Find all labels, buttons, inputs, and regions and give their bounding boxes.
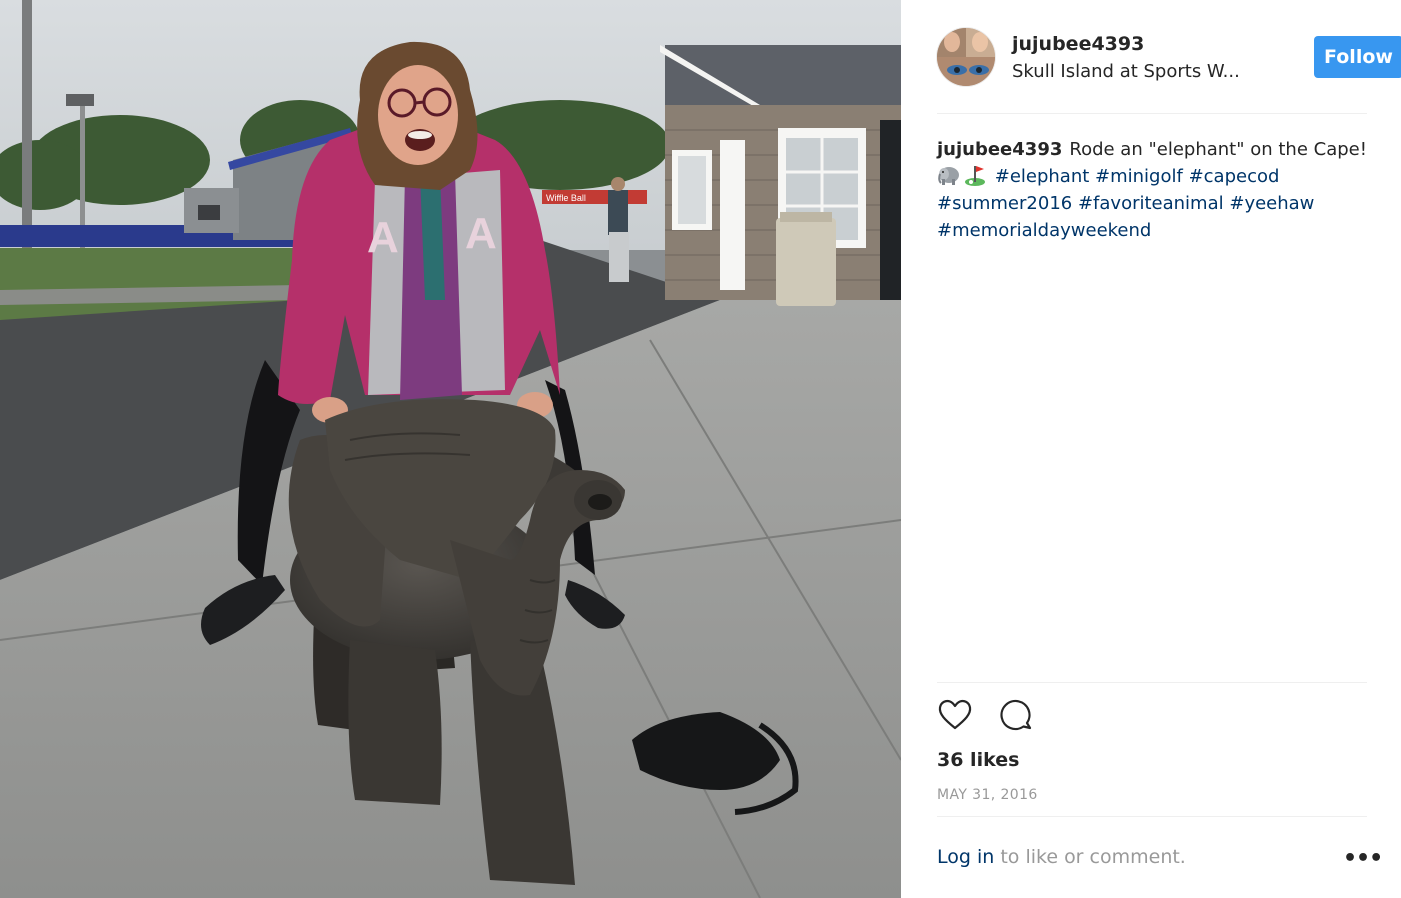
post-photo-image: Wiffle Ball A A — [0, 0, 901, 898]
hashtag-link[interactable]: #minigolf — [1095, 166, 1183, 187]
login-prompt-text: to like or comment. — [994, 846, 1186, 868]
avatar[interactable] — [937, 28, 995, 86]
likes-count[interactable]: 36 likes — [937, 749, 1019, 771]
more-options-icon[interactable]: ••• — [1343, 848, 1383, 870]
avatar-image — [937, 28, 995, 86]
hashtag-link[interactable]: #favoriteanimal — [1078, 193, 1224, 214]
hashtag-link[interactable]: #memorialdayweekend — [937, 220, 1151, 241]
login-link[interactable]: Log in — [937, 846, 994, 868]
post-details-panel: jujubee4393 Skull Island at Sports W... … — [901, 0, 1401, 898]
caption-username[interactable]: jujubee4393 — [937, 139, 1062, 160]
header-username[interactable]: jujubee4393 — [1012, 33, 1144, 55]
golf-flag-emoji-icon — [963, 164, 987, 186]
heart-icon[interactable] — [937, 697, 973, 733]
follow-button[interactable]: Follow — [1314, 36, 1401, 78]
hashtag-link[interactable]: #summer2016 — [937, 193, 1072, 214]
hashtag-link[interactable]: #capecod — [1189, 166, 1280, 187]
location-link[interactable]: Skull Island at Sports W... — [1012, 61, 1257, 82]
wiffle-sign-text: Wiffle Ball — [546, 193, 586, 203]
post-photo[interactable]: Wiffle Ball A A — [0, 0, 901, 898]
post-header: jujubee4393 Skull Island at Sports W... … — [937, 28, 1401, 88]
caption-text: Rode an "elephant" on the Cape! — [1069, 139, 1367, 160]
hashtag-link[interactable]: #yeehaw — [1229, 193, 1314, 214]
comment-icon[interactable] — [998, 697, 1034, 733]
elephant-emoji-icon — [937, 164, 961, 186]
post-caption: jujubee4393 Rode an "elephant" on the Cap… — [937, 136, 1369, 244]
footer-divider — [937, 816, 1367, 817]
header-divider — [937, 113, 1367, 114]
post-date: MAY 31, 2016 — [937, 787, 1038, 803]
login-prompt: Log in to like or comment. — [937, 846, 1186, 868]
hashtag-link[interactable]: #elephant — [995, 166, 1090, 187]
post-actions — [937, 697, 1057, 733]
hoodie-print-right: A — [465, 209, 497, 258]
hoodie-print-left: A — [367, 213, 399, 262]
actions-divider — [937, 682, 1367, 683]
